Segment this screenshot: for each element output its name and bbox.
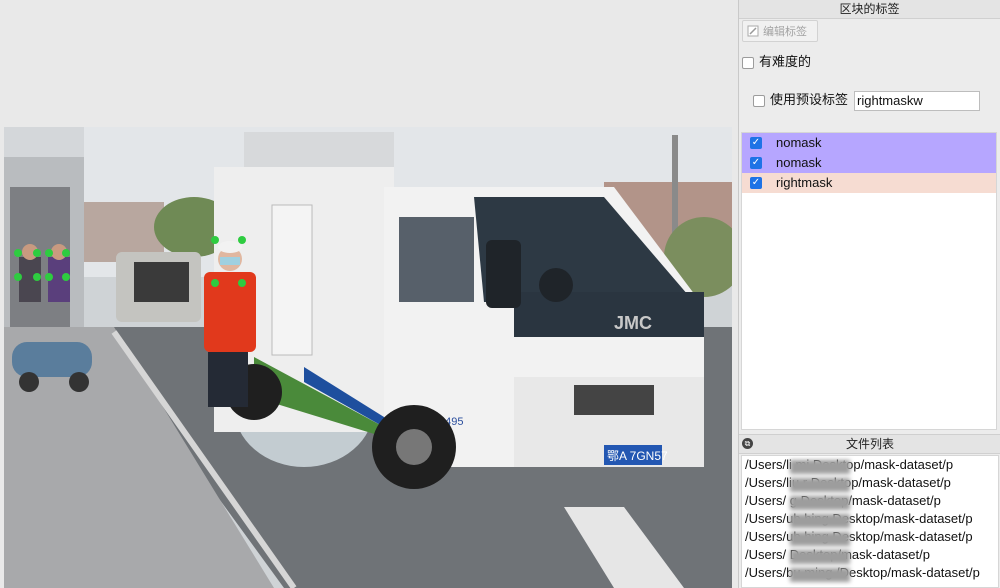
canvas-area[interactable]: JMC 6495 鄂A 7GN57 — [0, 0, 738, 588]
privacy-blur — [790, 514, 850, 528]
street-scene: JMC 6495 鄂A 7GN57 — [4, 127, 732, 588]
label-list[interactable]: ✓ nomask ✓ nomask ✓ rightmask — [741, 132, 997, 430]
label-item[interactable]: ✓ nomask — [742, 133, 996, 153]
file-list-item[interactable]: /Users/ub hing Desktop/mask-dataset/p — [742, 528, 998, 546]
label-item-name: rightmask — [776, 175, 833, 190]
truck-brand: JMC — [614, 313, 652, 333]
label-item[interactable]: ✓ nomask — [742, 153, 996, 173]
use-default-label-row[interactable]: 使用预设标签 rightmaskw — [753, 89, 981, 111]
use-default-label-text: 使用预设标签 — [770, 92, 849, 107]
label-item-name: nomask — [776, 155, 822, 170]
annotated-photo[interactable]: JMC 6495 鄂A 7GN57 — [4, 127, 732, 588]
file-dock-title: 文件列表 — [845, 437, 894, 451]
file-list-dock: ⧉ 文件列表 /Users/li mi Desktop/mask-dataset… — [739, 434, 1000, 588]
float-dock-icon[interactable]: ⧉ — [742, 438, 753, 449]
edit-label-button-text: 编辑标签 — [763, 26, 807, 38]
file-list[interactable]: /Users/li mi Desktop/mask-dataset/p /Use… — [741, 455, 999, 588]
difficult-label: 有难度的 — [759, 54, 812, 69]
privacy-blur — [790, 496, 850, 510]
file-list-item[interactable]: /Users/ Desktop/mask-dataset/p — [742, 546, 998, 564]
label-checkbox[interactable]: ✓ — [750, 137, 762, 149]
label-item-name: nomask — [776, 135, 822, 150]
file-dock-title-bar: ⧉ 文件列表 — [739, 434, 1000, 454]
file-list-item[interactable]: /Users/ g Desktop/mask-dataset/p — [742, 492, 998, 510]
privacy-blur — [790, 532, 850, 546]
label-dock-title: 区块的标签 — [739, 0, 1000, 19]
default-label-input[interactable]: rightmaskw — [854, 90, 981, 111]
privacy-blur — [790, 550, 850, 564]
file-list-item[interactable]: /Users/liu r Desktop/mask-dataset/p — [742, 474, 998, 492]
label-checkbox[interactable]: ✓ — [750, 157, 762, 169]
privacy-blur — [790, 478, 850, 492]
file-list-item[interactable]: /Users/li mi Desktop/mask-dataset/p — [742, 456, 998, 474]
edit-pencil-icon — [747, 25, 759, 37]
label-item[interactable]: ✓ rightmask — [742, 173, 996, 193]
edit-label-button[interactable]: 编辑标签 — [742, 20, 818, 42]
label-checkbox[interactable]: ✓ — [750, 177, 762, 189]
difficult-checkbox-row[interactable]: 有难度的 — [742, 53, 811, 71]
use-default-label-checkbox[interactable] — [753, 94, 765, 107]
license-plate: 鄂A 7GN57 — [607, 449, 668, 463]
privacy-blur — [790, 460, 850, 474]
privacy-blur — [790, 568, 850, 582]
right-dock: 区块的标签 编辑标签 有难度的 使用预设标签 rightmaskw ✓ nomas… — [738, 0, 1000, 588]
difficult-checkbox[interactable] — [742, 56, 754, 69]
file-list-item[interactable]: /Users/ub hing Desktop/mask-dataset/p — [742, 510, 998, 528]
file-list-item[interactable]: /Users/bu ming /Desktop/mask-dataset/p — [742, 564, 998, 582]
